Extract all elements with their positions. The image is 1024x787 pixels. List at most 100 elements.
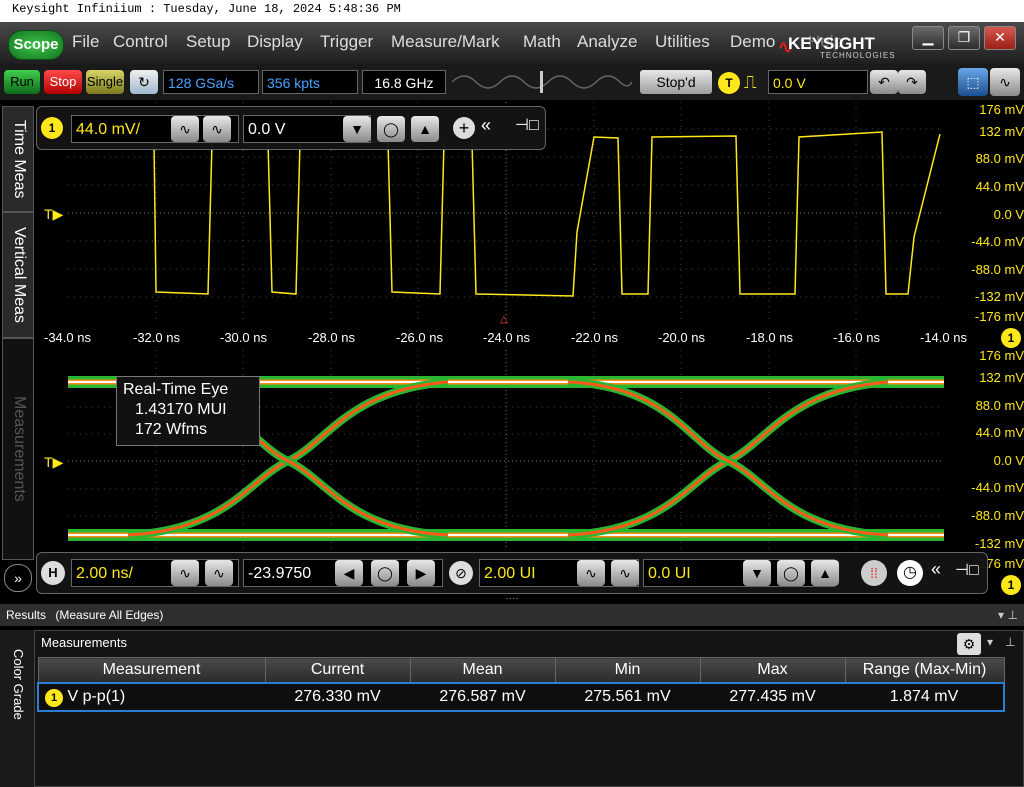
position-right-icon[interactable]: ▶: [407, 560, 435, 586]
offset-up-icon[interactable]: ▲: [411, 116, 439, 142]
upper-y-label: 0.0 V: [993, 207, 1024, 222]
waveform-zoom-icon[interactable]: ∿: [990, 68, 1020, 96]
lower-y-label: -132 mV: [974, 536, 1024, 551]
trigger-badge[interactable]: T: [718, 72, 740, 94]
tab-time-meas[interactable]: Time Meas: [2, 106, 34, 212]
redo-icon[interactable]: ↷: [898, 70, 926, 94]
measurement-max: 277.435 mV: [700, 682, 845, 712]
menu-analyze[interactable]: Analyze: [577, 32, 637, 52]
scale-down-icon[interactable]: ∿: [171, 116, 199, 142]
zoom-box-icon[interactable]: ⬚: [958, 68, 988, 96]
column-header-range[interactable]: Range (Max-Min): [844, 657, 1005, 684]
single-button[interactable]: Single: [86, 70, 124, 94]
upper-x-label: -30.0 ns: [220, 330, 267, 345]
eye-info-box: Real-Time Eye 1.43170 MUI 172 Wfms: [116, 376, 260, 446]
menu-bar: Scope File Control Setup Display Trigger…: [0, 22, 1024, 64]
menu-display[interactable]: Display: [247, 32, 303, 52]
upper-x-label: -28.0 ns: [308, 330, 355, 345]
column-header-min[interactable]: Min: [554, 657, 701, 684]
time-scale-down-icon[interactable]: ∿: [171, 560, 199, 586]
menu-setup[interactable]: Setup: [186, 32, 230, 52]
tab-color-grade[interactable]: Color Grade: [2, 634, 32, 734]
ui-offset-up-icon[interactable]: ▲: [811, 560, 839, 586]
results-header: Results (Measure All Edges) ▾ ⊥: [0, 604, 1024, 626]
table-row[interactable]: 1 V p-p(1) 276.330 mV 276.587 mV 275.561…: [37, 682, 1005, 712]
pin-icon[interactable]: ⊣□: [515, 115, 539, 135]
scope-button[interactable]: Scope: [8, 30, 64, 60]
upper-y-label: 88.0 mV: [975, 151, 1024, 166]
restore-button[interactable]: ❐: [948, 26, 980, 50]
scale-up-icon[interactable]: ∿: [203, 116, 231, 142]
menu-math[interactable]: Math: [523, 32, 561, 52]
settings-gear-icon[interactable]: ⚙: [957, 633, 981, 655]
channel1-badge[interactable]: 1: [41, 117, 63, 139]
run-button[interactable]: Run: [4, 70, 40, 94]
collapse-horizontal-icon[interactable]: «: [931, 559, 941, 580]
results-title: Results: [6, 608, 47, 622]
eye-mui: 1.43170 MUI: [135, 401, 227, 418]
undo-icon[interactable]: ↶: [870, 70, 898, 94]
dotted-grid-icon[interactable]: ⁞⁞: [861, 560, 887, 586]
channel-badge-lower[interactable]: 1: [1001, 575, 1021, 595]
upper-y-label: -44.0 mV: [971, 234, 1024, 249]
measurement-range: 1.874 mV: [845, 682, 1005, 712]
menu-measure-mark[interactable]: Measure/Mark: [391, 32, 500, 52]
upper-y-label: 132 mV: [979, 124, 1024, 139]
tab-vertical-meas[interactable]: Vertical Meas: [2, 212, 34, 338]
menu-control[interactable]: Control: [113, 32, 168, 52]
clock-icon[interactable]: ◷: [897, 560, 923, 586]
column-header-current[interactable]: Current: [264, 657, 411, 684]
menu-demo[interactable]: Demo: [730, 32, 775, 52]
add-channel-icon[interactable]: +: [453, 117, 475, 139]
column-header-mean[interactable]: Mean: [409, 657, 556, 684]
stop-button[interactable]: Stop: [44, 70, 82, 94]
ui-offset-down-icon[interactable]: ▼: [743, 560, 771, 586]
horizontal-badge[interactable]: H: [41, 561, 65, 585]
channel-badge-small[interactable]: 1: [1001, 328, 1021, 348]
time-scale-up-icon[interactable]: ∿: [205, 560, 233, 586]
upper-y-label: -132 mV: [974, 289, 1024, 304]
results-dropdown-icon[interactable]: ▾: [998, 604, 1004, 626]
measurements-dropdown-icon[interactable]: ▾: [987, 635, 993, 649]
column-header-max[interactable]: Max: [699, 657, 846, 684]
bandwidth-field[interactable]: 16.8 GHz: [362, 70, 446, 94]
ui-scale-up-icon[interactable]: ∿: [611, 560, 639, 586]
lower-y-label: 0.0 V: [993, 453, 1024, 468]
tab-measurements[interactable]: Measurements: [2, 338, 34, 560]
position-left-icon[interactable]: ◀: [335, 560, 363, 586]
upper-y-label: 44.0 mV: [975, 179, 1024, 194]
memory-depth-field[interactable]: 356 kpts: [262, 70, 358, 94]
ui-offset-zero-icon[interactable]: ◯: [777, 560, 805, 586]
trigger-level-field[interactable]: 0.0 V: [768, 70, 868, 94]
acquisition-overview-icon: [451, 70, 633, 94]
menu-utilities[interactable]: Utilities: [655, 32, 710, 52]
pin-horizontal-icon[interactable]: ⊣□: [955, 560, 979, 580]
upper-y-label: -88.0 mV: [971, 262, 1024, 277]
measurements-pin-icon[interactable]: ⊥: [1005, 635, 1015, 649]
rising-edge-icon[interactable]: ⎍: [744, 72, 766, 94]
measurement-name-cell[interactable]: 1 V p-p(1): [37, 682, 265, 712]
column-header-measurement[interactable]: Measurement: [37, 657, 266, 684]
position-zero-icon[interactable]: ◯: [371, 560, 399, 586]
sample-rate-field[interactable]: 128 GSa/s: [163, 70, 259, 94]
offset-down-icon[interactable]: ▼: [343, 116, 371, 142]
results-pin-icon[interactable]: ⊥: [1008, 604, 1018, 626]
menu-trigger[interactable]: Trigger: [320, 32, 373, 52]
minimize-button[interactable]: ▁: [912, 26, 944, 50]
lower-y-label: 44.0 mV: [975, 425, 1024, 440]
upper-x-label: -24.0 ns: [483, 330, 530, 345]
menu-file[interactable]: File: [72, 32, 99, 52]
auto-scale-icon[interactable]: ↻: [130, 70, 158, 94]
zoom-icon[interactable]: ⊘: [449, 561, 473, 585]
close-button[interactable]: ✕: [984, 26, 1016, 50]
expand-icon[interactable]: »: [4, 564, 32, 592]
ui-offset-field[interactable]: 0.0 UI: [643, 559, 835, 587]
collapse-panel-icon[interactable]: «: [481, 115, 491, 136]
trigger-position-marker-icon: △: [500, 314, 508, 325]
splitter-handle[interactable]: ····: [500, 593, 524, 604]
offset-zero-icon[interactable]: ◯: [377, 116, 405, 142]
ui-scale-down-icon[interactable]: ∿: [577, 560, 605, 586]
lower-y-label: -88.0 mV: [971, 508, 1024, 523]
measurement-channel-badge: 1: [45, 688, 63, 707]
brand-subtitle: TECHNOLOGIES: [820, 51, 896, 60]
